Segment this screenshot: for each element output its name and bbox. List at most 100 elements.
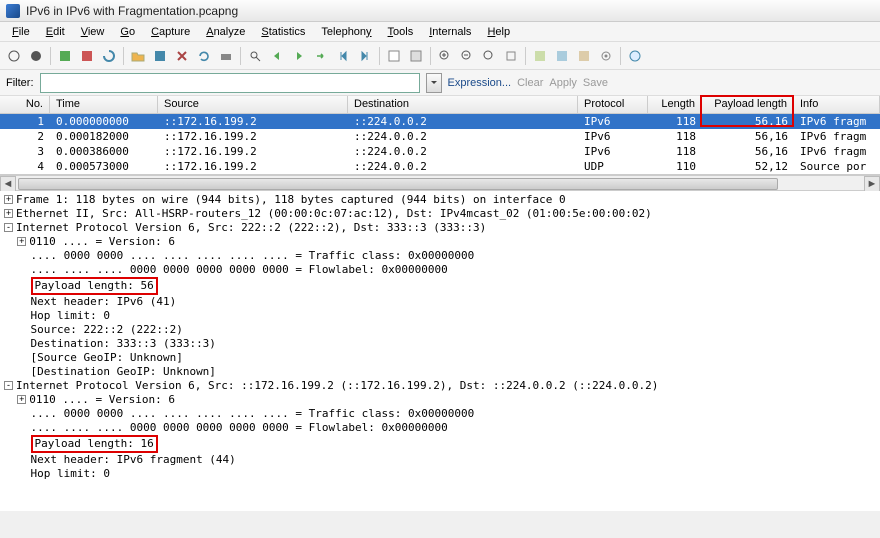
cell-time: 0.000386000 — [50, 144, 158, 159]
expander-icon[interactable]: + — [4, 195, 13, 204]
h-scrollbar[interactable]: ◄ ► — [0, 175, 880, 191]
scroll-left-icon[interactable]: ◄ — [0, 176, 16, 192]
cell-no: 2 — [0, 129, 50, 144]
cell-dst: ::224.0.0.2 — [348, 144, 578, 159]
titlebar: IPv6 in IPv6 with Fragmentation.pcapng — [0, 0, 880, 22]
expander-icon[interactable]: - — [4, 381, 13, 390]
menu-analyze[interactable]: Analyze — [198, 24, 253, 40]
menu-go[interactable]: Go — [112, 24, 143, 40]
coloring-rules-icon[interactable] — [574, 46, 594, 66]
ipv6-outer-header: Internet Protocol Version 6, Src: 222::2… — [16, 221, 486, 234]
save-icon[interactable] — [150, 46, 170, 66]
scroll-right-icon[interactable]: ► — [864, 176, 880, 192]
zoomin-icon[interactable] — [435, 46, 455, 66]
filter-dropdown[interactable] — [426, 73, 442, 93]
cell-proto: IPv6 — [578, 129, 648, 144]
cell-info: IPv6 fragm — [794, 144, 880, 159]
cell-plen: 56,16 — [702, 144, 794, 159]
table-row[interactable]: 30.000386000::172.16.199.2::224.0.0.2IPv… — [0, 144, 880, 159]
cell-src: ::172.16.199.2 — [158, 129, 348, 144]
cell-time: 0.000000000 — [50, 114, 158, 129]
expander-icon[interactable]: + — [17, 395, 26, 404]
back-icon[interactable] — [267, 46, 287, 66]
ipv6a-dgeoip: [Destination GeoIP: Unknown] — [31, 365, 216, 378]
ipv6a-plen: Payload length: 56 — [35, 279, 154, 292]
zoom100-icon[interactable] — [479, 46, 499, 66]
filterbar: Filter: Expression... Clear Apply Save — [0, 70, 880, 96]
cell-proto: UDP — [578, 159, 648, 174]
cell-len: 118 — [648, 114, 702, 129]
options-icon[interactable] — [26, 46, 46, 66]
window-title: IPv6 in IPv6 with Fragmentation.pcapng — [26, 4, 238, 18]
forward-icon[interactable] — [289, 46, 309, 66]
goto-icon[interactable] — [311, 46, 331, 66]
cell-src: ::172.16.199.2 — [158, 114, 348, 129]
clear-button[interactable]: Clear — [517, 77, 543, 89]
start-capture-icon[interactable] — [55, 46, 75, 66]
ipv6b-nh: Next header: IPv6 fragment (44) — [31, 453, 236, 466]
packet-details[interactable]: +Frame 1: 118 bytes on wire (944 bits), … — [0, 191, 880, 511]
cell-src: ::172.16.199.2 — [158, 159, 348, 174]
zoomout-icon[interactable] — [457, 46, 477, 66]
expression-button[interactable]: Expression... — [448, 77, 512, 89]
menu-view[interactable]: View — [73, 24, 113, 40]
interfaces-icon[interactable] — [4, 46, 24, 66]
menu-file[interactable]: File — [4, 24, 38, 40]
cell-proto: IPv6 — [578, 144, 648, 159]
menu-help[interactable]: Help — [479, 24, 518, 40]
print-icon[interactable] — [216, 46, 236, 66]
col-payload-length[interactable]: Payload length — [702, 96, 794, 113]
menu-telephony[interactable]: Telephony — [313, 24, 379, 40]
ipv6a-fl: .... .... .... 0000 0000 0000 0000 0000 … — [31, 263, 448, 276]
cell-no: 3 — [0, 144, 50, 159]
display-filters-icon[interactable] — [552, 46, 572, 66]
menu-internals[interactable]: Internals — [421, 24, 479, 40]
prefs-icon[interactable] — [596, 46, 616, 66]
cell-time: 0.000182000 — [50, 129, 158, 144]
capture-filters-icon[interactable] — [530, 46, 550, 66]
cell-no: 1 — [0, 114, 50, 129]
help-icon[interactable] — [625, 46, 645, 66]
col-length[interactable]: Length — [648, 96, 702, 113]
autoscroll-icon[interactable] — [406, 46, 426, 66]
colorize-icon[interactable] — [384, 46, 404, 66]
frame-summary: Frame 1: 118 bytes on wire (944 bits), 1… — [16, 193, 566, 206]
apply-button[interactable]: Apply — [549, 77, 577, 89]
table-row[interactable]: 10.000000000::172.16.199.2::224.0.0.2IPv… — [0, 114, 880, 129]
restart-capture-icon[interactable] — [99, 46, 119, 66]
reload-icon[interactable] — [194, 46, 214, 66]
scroll-thumb[interactable] — [18, 178, 778, 190]
cell-time: 0.000573000 — [50, 159, 158, 174]
save-filter-button[interactable]: Save — [583, 77, 608, 89]
menu-capture[interactable]: Capture — [143, 24, 198, 40]
table-row[interactable]: 20.000182000::172.16.199.2::224.0.0.2IPv… — [0, 129, 880, 144]
expander-icon[interactable]: + — [17, 237, 26, 246]
ipv6a-version: 0110 .... = Version: 6 — [29, 235, 175, 248]
expander-icon[interactable]: - — [4, 223, 13, 232]
menubar: File Edit View Go Capture Analyze Statis… — [0, 22, 880, 42]
first-icon[interactable] — [333, 46, 353, 66]
stop-capture-icon[interactable] — [77, 46, 97, 66]
col-destination[interactable]: Destination — [348, 96, 578, 113]
ipv6a-src: Source: 222::2 (222::2) — [31, 323, 183, 336]
resize-cols-icon[interactable] — [501, 46, 521, 66]
col-source[interactable]: Source — [158, 96, 348, 113]
menu-tools[interactable]: Tools — [380, 24, 422, 40]
open-icon[interactable] — [128, 46, 148, 66]
ethernet-summary: Ethernet II, Src: All-HSRP-routers_12 (0… — [16, 207, 652, 220]
col-protocol[interactable]: Protocol — [578, 96, 648, 113]
cell-len: 118 — [648, 129, 702, 144]
last-icon[interactable] — [355, 46, 375, 66]
filter-input[interactable] — [40, 73, 420, 93]
col-info[interactable]: Info — [794, 96, 880, 113]
ipv6a-nh: Next header: IPv6 (41) — [31, 295, 177, 308]
menu-statistics[interactable]: Statistics — [253, 24, 313, 40]
find-icon[interactable] — [245, 46, 265, 66]
ipv6a-tc: .... 0000 0000 .... .... .... .... .... … — [31, 249, 475, 262]
close-icon[interactable] — [172, 46, 192, 66]
col-time[interactable]: Time — [50, 96, 158, 113]
col-no[interactable]: No. — [0, 96, 50, 113]
menu-edit[interactable]: Edit — [38, 24, 73, 40]
expander-icon[interactable]: + — [4, 209, 13, 218]
table-row[interactable]: 40.000573000::172.16.199.2::224.0.0.2UDP… — [0, 159, 880, 174]
